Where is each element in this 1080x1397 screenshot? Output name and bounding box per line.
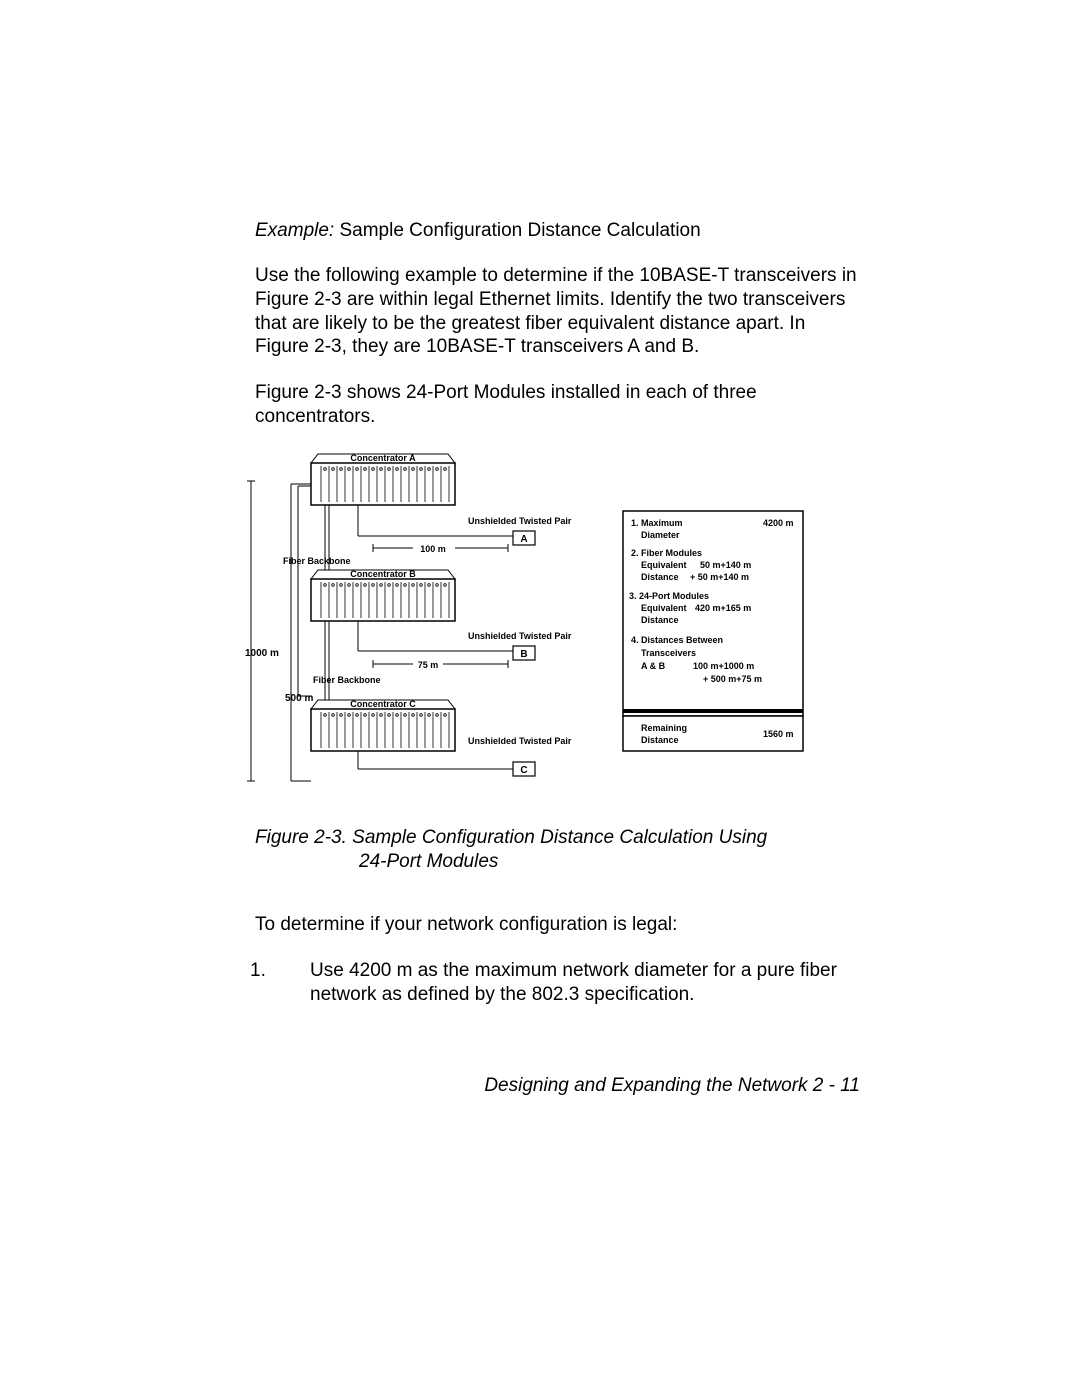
svg-text:A: A <box>520 534 527 545</box>
figure-svg: 1000 m 500 m Concentrator A <box>243 451 813 806</box>
svg-text:Unshielded Twisted Pair: Unshielded Twisted Pair <box>468 631 572 641</box>
svg-text:75 m: 75 m <box>418 660 439 670</box>
svg-text:A & B: A & B <box>641 661 666 671</box>
svg-text:1560 m: 1560 m <box>763 729 794 739</box>
svg-text:Concentrator C: Concentrator C <box>350 699 416 709</box>
svg-text:Distance: Distance <box>641 735 679 745</box>
svg-text:3. 24-Port Modules: 3. 24-Port Modules <box>629 591 709 601</box>
page-footer: Designing and Expanding the Network 2 - … <box>484 1075 860 1097</box>
svg-text:4200 m: 4200 m <box>763 518 794 528</box>
list-item: 1.Use 4200 m as the maximum network diam… <box>310 959 860 1008</box>
svg-text:Diameter: Diameter <box>641 530 680 540</box>
figure-caption: Figure 2-3. Sample Configuration Distanc… <box>255 826 860 875</box>
paragraph-3: To determine if your network configurati… <box>255 913 860 937</box>
svg-text:4. Distances Between: 4. Distances Between <box>631 635 723 645</box>
svg-text:Unshielded Twisted Pair: Unshielded Twisted Pair <box>468 516 572 526</box>
svg-text:B: B <box>520 649 527 660</box>
ordered-list: 1.Use 4200 m as the maximum network diam… <box>255 959 860 1008</box>
svg-text:Concentrator A: Concentrator A <box>350 453 416 463</box>
svg-text:C: C <box>520 765 527 776</box>
svg-text:Equivalent: Equivalent <box>641 603 687 613</box>
paragraph-1: Use the following example to determine i… <box>255 264 860 359</box>
svg-text:Fiber Backbone: Fiber Backbone <box>283 556 351 566</box>
svg-text:+ 500 m+75 m: + 500 m+75 m <box>703 674 762 684</box>
paragraph-2: Figure 2-3 shows 24-Port Modules install… <box>255 381 860 429</box>
svg-text:50 m+140 m: 50 m+140 m <box>700 560 751 570</box>
svg-text:Distance: Distance <box>641 615 679 625</box>
svg-text:+ 50 m+140 m: + 50 m+140 m <box>690 572 749 582</box>
svg-text:Equivalent: Equivalent <box>641 560 687 570</box>
document-page: Example: Sample Configuration Distance C… <box>0 0 1080 1397</box>
svg-text:Concentrator B: Concentrator B <box>350 569 416 579</box>
figure-2-3: 1000 m 500 m Concentrator A <box>243 451 813 806</box>
svg-text:100 m: 100 m <box>420 544 446 554</box>
svg-text:Unshielded Twisted Pair: Unshielded Twisted Pair <box>468 736 572 746</box>
heading-lead: Example: <box>255 220 334 241</box>
svg-text:100 m+1000 m: 100 m+1000 m <box>693 661 754 671</box>
calculation-table: 1. Maximum 4200 m Diameter 2. Fiber Modu… <box>623 511 803 751</box>
svg-text:Distance: Distance <box>641 572 679 582</box>
example-heading: Example: Sample Configuration Distance C… <box>255 220 860 242</box>
concentrator-b: Concentrator B <box>311 569 572 709</box>
concentrator-c: Concentrator C <box>291 699 572 781</box>
concentrator-a: Concentrator A <box>283 453 572 579</box>
svg-text:1000 m: 1000 m <box>245 648 279 659</box>
svg-text:Fiber Backbone: Fiber Backbone <box>313 675 381 685</box>
svg-text:2. Fiber Modules: 2. Fiber Modules <box>631 548 702 558</box>
list-text: Use 4200 m as the maximum network diamet… <box>310 960 837 1006</box>
svg-text:500 m: 500 m <box>285 693 313 704</box>
svg-text:Transceivers: Transceivers <box>641 648 696 658</box>
svg-text:420 m+165 m: 420 m+165 m <box>695 603 751 613</box>
svg-text:1. Maximum: 1. Maximum <box>631 518 683 528</box>
heading-rest: Sample Configuration Distance Calculatio… <box>334 220 700 241</box>
list-number: 1. <box>280 959 310 984</box>
svg-text:Remaining: Remaining <box>641 723 687 733</box>
